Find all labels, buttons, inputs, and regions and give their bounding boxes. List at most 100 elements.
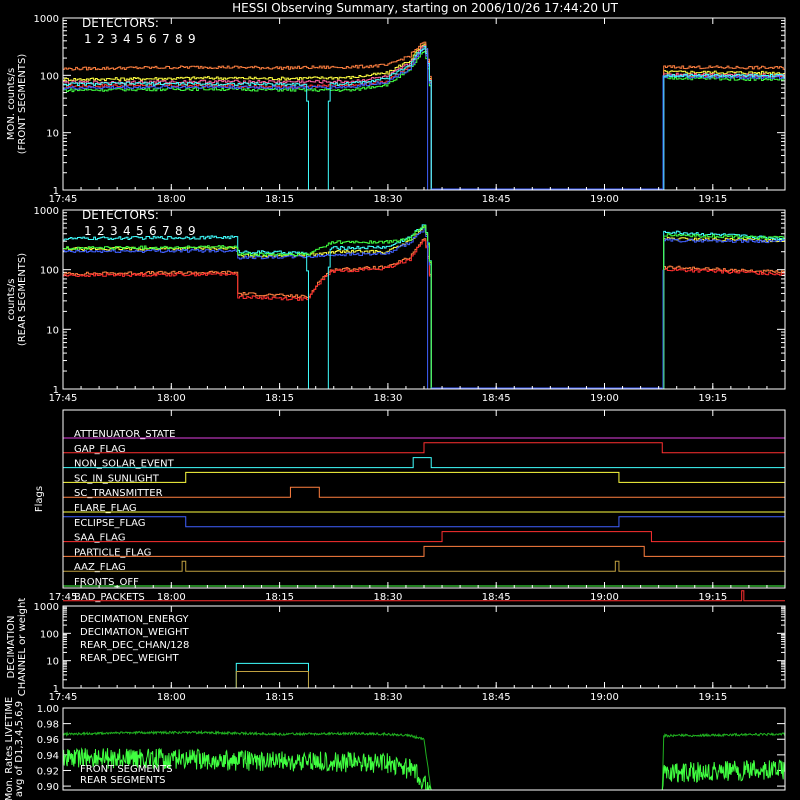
observing-summary-plot: HESSI Observing Summary, starting on 200… bbox=[4, 1, 786, 800]
decimation-xtick-label: 19:15 bbox=[698, 692, 727, 703]
flag-label: FRONTS_OFF bbox=[74, 577, 139, 588]
front-xtick-label: 19:15 bbox=[698, 194, 727, 205]
front-detector-number: 8 bbox=[175, 32, 183, 46]
livetime-legend-entry: REAR SEGMENTS bbox=[80, 775, 166, 786]
flags-xtick-label: 18:00 bbox=[157, 592, 186, 603]
front-detector-number: 9 bbox=[188, 32, 196, 46]
front-detector-number: 2 bbox=[97, 32, 105, 46]
rear-detector-number: 3 bbox=[110, 224, 118, 238]
livetime-ylabel: avg of D1,3,4,5,6,9 bbox=[14, 701, 25, 797]
livetime-ytick-label: 0.96 bbox=[37, 735, 59, 746]
decimation-ytick-label: 100 bbox=[40, 629, 59, 640]
front-xtick-label: 18:00 bbox=[157, 194, 186, 205]
flag-line bbox=[63, 560, 785, 572]
flags-xtick-label: 18:30 bbox=[373, 592, 402, 603]
flag-line bbox=[63, 471, 785, 483]
rear-detector-number: 4 bbox=[123, 224, 131, 238]
rear-ylabel: counts/s bbox=[6, 278, 17, 320]
livetime-ytick-label: 0.92 bbox=[37, 766, 59, 777]
decimation-xtick-label: 18:30 bbox=[373, 692, 402, 703]
flag-label: SC_TRANSMITTER bbox=[74, 488, 163, 499]
flag-line bbox=[63, 442, 785, 454]
decimation-xtick-label: 18:15 bbox=[265, 692, 294, 703]
front-xtick-label: 18:30 bbox=[373, 194, 402, 205]
rear-xtick-label: 18:45 bbox=[482, 393, 511, 404]
front-detector-number: 5 bbox=[136, 32, 144, 46]
front-series-line bbox=[63, 48, 786, 191]
front-series-line bbox=[63, 51, 786, 191]
rear-detector-number: 9 bbox=[188, 224, 196, 238]
plot-title: HESSI Observing Summary, starting on 200… bbox=[232, 1, 618, 15]
decimation-legend-entry: DECIMATION_WEIGHT bbox=[80, 627, 189, 638]
front-series-line bbox=[63, 41, 786, 191]
flag-label: SAA_FLAG bbox=[74, 533, 125, 544]
rear-xtick-label: 19:00 bbox=[590, 393, 619, 404]
flags-xtick-label: 18:45 bbox=[482, 592, 511, 603]
flag-label: ATTENUATOR_STATE bbox=[74, 429, 175, 440]
rear-xtick-label: 19:15 bbox=[698, 393, 727, 404]
flag-label: ECLIPSE_FLAG bbox=[74, 518, 145, 529]
rear-detector-number: 6 bbox=[149, 224, 157, 238]
rear-detector-number: 7 bbox=[162, 224, 170, 238]
front-detector-number: 1 bbox=[84, 32, 92, 46]
rear-series-line bbox=[63, 228, 786, 390]
rear-xtick-label: 18:15 bbox=[265, 393, 294, 404]
front-series-line bbox=[63, 43, 786, 191]
rear-detector-number: 8 bbox=[175, 224, 183, 238]
rear-xtick-label: 18:30 bbox=[373, 393, 402, 404]
front-detectors-label: DETECTORS: bbox=[82, 16, 159, 30]
livetime-legend-entry: FRONT SEGMENTS bbox=[80, 764, 173, 775]
decimation-xtick-label: 18:00 bbox=[157, 692, 186, 703]
decimation-ytick-label: 1000 bbox=[34, 602, 59, 613]
decimation-ylabel: DECIMATION bbox=[6, 615, 17, 678]
flag-label: BAD_PACKETS bbox=[74, 592, 145, 603]
flags-ylabel: Flags bbox=[34, 486, 45, 512]
flags-xtick-label: 19:00 bbox=[590, 592, 619, 603]
front-ytick-label: 10 bbox=[46, 129, 59, 140]
front-detector-number: 3 bbox=[110, 32, 118, 46]
front-ytick-label: 100 bbox=[40, 71, 59, 82]
decimation-legend-entry: DECIMATION_ENERGY bbox=[80, 614, 189, 625]
flag-line bbox=[63, 486, 785, 498]
rear-detectors-label: DETECTORS: bbox=[82, 208, 159, 222]
flag-label: GAP_FLAG bbox=[74, 444, 126, 455]
rear-ytick-label: 100 bbox=[40, 266, 59, 277]
rear-series-line bbox=[63, 224, 786, 390]
front-xtick-label: 18:15 bbox=[265, 194, 294, 205]
livetime-ytick-label: 0.98 bbox=[37, 720, 59, 731]
rear-xtick-label: 17:45 bbox=[49, 393, 78, 404]
front-ylabel: (FRONT SEGMENTS) bbox=[17, 54, 28, 155]
flags-xtick-label: 18:15 bbox=[265, 592, 294, 603]
livetime-ytick-label: 1.00 bbox=[37, 704, 59, 715]
rear-detector-number: 2 bbox=[97, 224, 105, 238]
rear-xtick-label: 18:00 bbox=[157, 393, 186, 404]
front-detector-number: 4 bbox=[123, 32, 131, 46]
rear-detector-number: 1 bbox=[84, 224, 92, 238]
rear-series-line bbox=[63, 238, 786, 390]
flags-xtick-label: 19:15 bbox=[698, 592, 727, 603]
flag-label: AAZ_FLAG bbox=[74, 562, 126, 573]
rear-series-line bbox=[63, 224, 786, 390]
flag-line bbox=[63, 516, 785, 528]
front-detector-number: 6 bbox=[149, 32, 157, 46]
decimation-ytick-label: 10 bbox=[46, 657, 59, 668]
rear-series-line bbox=[63, 239, 786, 390]
decimation-ylabel: CHANNEL or weight bbox=[17, 598, 28, 697]
flag-label: NON_SOLAR_EVENT bbox=[74, 459, 175, 470]
decimation-xtick-label: 19:00 bbox=[590, 692, 619, 703]
decimation-legend-entry: REAR_DEC_WEIGHT bbox=[80, 653, 179, 664]
flag-label: SC_IN_SUNLIGHT bbox=[74, 473, 160, 484]
front-ytick-label: 1000 bbox=[34, 14, 59, 25]
rear-ytick-label: 10 bbox=[46, 325, 59, 336]
rear-detector-number: 5 bbox=[136, 224, 144, 238]
flag-label: PARTICLE_FLAG bbox=[74, 547, 151, 558]
rear-ytick-label: 1000 bbox=[34, 206, 59, 217]
rear-ylabel: (REAR SEGMENTS) bbox=[17, 253, 28, 346]
front-xtick-label: 19:00 bbox=[590, 194, 619, 205]
decimation-xtick-label: 17:45 bbox=[49, 692, 78, 703]
decimation-legend-entry: REAR_DEC_CHAN/128 bbox=[80, 640, 189, 651]
front-detector-number: 7 bbox=[162, 32, 170, 46]
front-xtick-label: 17:45 bbox=[49, 194, 78, 205]
flag-line bbox=[63, 531, 785, 543]
livetime-ytick-label: 0.94 bbox=[37, 751, 59, 762]
